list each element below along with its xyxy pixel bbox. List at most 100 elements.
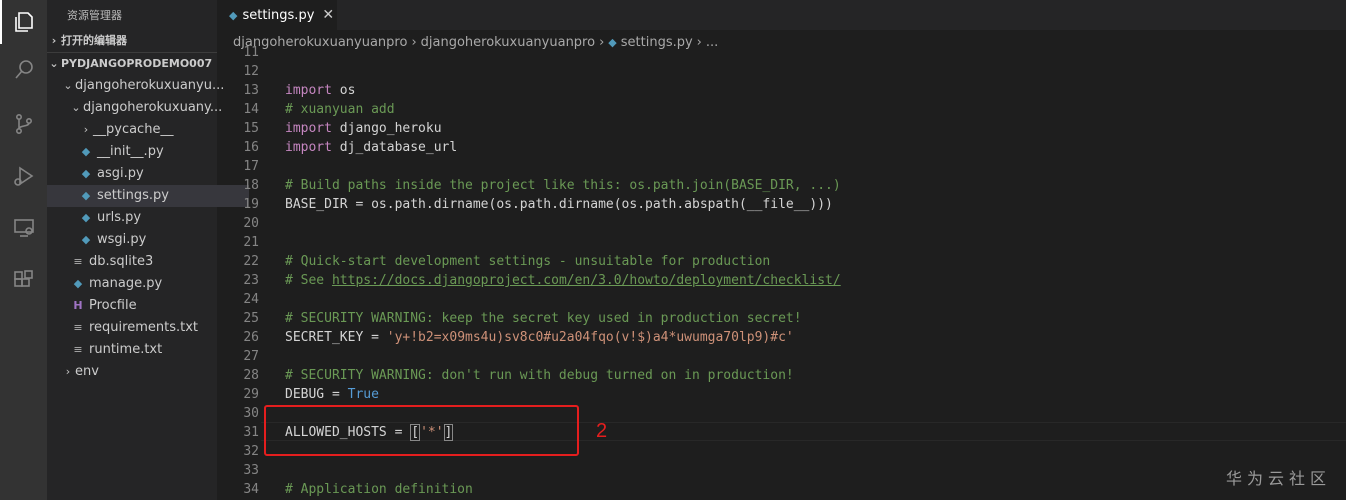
annotation-number: 2 xyxy=(596,420,608,442)
code-plain: SECRET_KEY = xyxy=(285,330,387,345)
line-number: 17 xyxy=(243,159,259,174)
line-number: 28 xyxy=(243,368,259,383)
code-line[interactable]: 25 # SECURITY WARNING: keep the secret ke… xyxy=(217,309,1346,328)
tree-file-procfile[interactable]: H Procfile xyxy=(47,295,241,317)
code-line[interactable]: 34 # Application definition xyxy=(217,480,1346,499)
code-keyword: import xyxy=(285,83,332,98)
code-text: # SECURITY WARNING: keep the secret key … xyxy=(285,309,802,328)
tree-item-label: settings.py xyxy=(97,188,169,203)
tree-folder-env[interactable]: › env xyxy=(47,361,231,383)
line-number: 31 xyxy=(243,425,259,440)
python-icon: ◆ xyxy=(229,8,238,22)
watermark: 华为云社区 xyxy=(1226,469,1332,488)
line-number: 34 xyxy=(243,482,259,497)
line-number: 33 xyxy=(243,463,259,478)
code-text: import os xyxy=(285,81,355,100)
code-line[interactable]: 29 DEBUG = True xyxy=(217,385,1346,404)
code-text: import dj_database_url xyxy=(285,138,457,157)
line-number: 13 xyxy=(243,83,259,98)
python-icon: ◆ xyxy=(81,189,91,202)
code-text: # xuanyuan add xyxy=(285,100,395,119)
project-section[interactable]: ⌄ PYDJANGOPRODEMO007 xyxy=(47,53,217,75)
python-icon: ◆ xyxy=(81,167,91,180)
project-label: PYDJANGOPRODEMO007 xyxy=(61,57,213,70)
tree-file-runtime[interactable]: ≡ runtime.txt xyxy=(47,339,241,361)
heroku-icon: H xyxy=(73,299,83,312)
chevron-down-icon: ⌄ xyxy=(49,57,59,70)
code-line[interactable]: 20 xyxy=(217,214,1346,233)
chevron-down-icon: ⌄ xyxy=(63,79,73,92)
code-line[interactable]: 26 SECRET_KEY = 'y+!b2=x09ms4u)sv8c0#u2a0… xyxy=(217,328,1346,347)
code-text: # SECURITY WARNING: don't run with debug… xyxy=(285,366,794,385)
search-icon[interactable] xyxy=(0,48,47,92)
tree-item-label: __init__.py xyxy=(97,144,164,159)
close-icon[interactable]: ✕ xyxy=(322,7,334,23)
line-number: 29 xyxy=(243,387,259,402)
tree-item-label: runtime.txt xyxy=(89,342,163,357)
line-number: 32 xyxy=(243,444,259,459)
code-line[interactable]: 23 # See https://docs.djangoproject.com/e… xyxy=(217,271,1346,290)
editor-tab-bar: ◆ settings.py ✕ xyxy=(217,0,1346,30)
code-plain: os xyxy=(331,83,356,98)
line-number: 25 xyxy=(243,311,259,326)
code-comment: # Application definition xyxy=(285,482,473,497)
code-line[interactable]: 15 import django_heroku xyxy=(217,119,1346,138)
code-line[interactable]: 19 BASE_DIR = os.path.dirname(os.path.dir… xyxy=(217,195,1346,214)
code-line[interactable]: 33 xyxy=(217,461,1346,480)
open-editors-section[interactable]: › 打开的编辑器 xyxy=(47,30,217,52)
code-comment: # See xyxy=(285,273,332,288)
code-line[interactable]: 13 import os xyxy=(217,81,1346,100)
tree-folder-app[interactable]: ⌄ djangoherokuxuany... xyxy=(47,97,239,119)
remote-explorer-icon[interactable] xyxy=(0,206,47,250)
python-icon: ◆ xyxy=(73,277,83,290)
code-line[interactable]: 27 xyxy=(217,347,1346,366)
activity-bar xyxy=(0,0,47,500)
line-number: 12 xyxy=(243,64,259,79)
line-number: 22 xyxy=(243,254,259,269)
line-number: 21 xyxy=(243,235,259,250)
sidebar-title: 资源管理器 xyxy=(67,9,122,22)
code-line[interactable]: 22 # Quick-start development settings - u… xyxy=(217,252,1346,271)
code-text: # Application definition xyxy=(285,480,473,499)
extensions-icon[interactable] xyxy=(0,258,47,302)
code-line[interactable]: 28 # SECURITY WARNING: don't run with deb… xyxy=(217,366,1346,385)
code-comment: # SECURITY WARNING: keep the secret key … xyxy=(285,311,802,326)
code-line[interactable]: 18 # Build paths inside the project like … xyxy=(217,176,1346,195)
python-icon: ◆ xyxy=(81,145,91,158)
code-text: # Quick-start development settings - uns… xyxy=(285,252,770,271)
tree-folder-root[interactable]: ⌄ djangoherokuxuanyu... xyxy=(47,75,231,97)
run-debug-icon[interactable] xyxy=(0,154,47,198)
tab-settings-py[interactable]: ◆ settings.py ✕ xyxy=(217,0,337,30)
chevron-right-icon: › xyxy=(51,34,57,47)
code-text: SECRET_KEY = 'y+!b2=x09ms4u)sv8c0#u2a04f… xyxy=(285,328,794,347)
code-link: https://docs.djangoproject.com/en/3.0/ho… xyxy=(331,273,841,288)
tree-file-manage[interactable]: ◆ manage.py xyxy=(47,273,241,295)
line-number: 15 xyxy=(243,121,259,136)
code-text: # Build paths inside the project like th… xyxy=(285,176,841,195)
tree-item-label: wsgi.py xyxy=(97,232,147,247)
code-plain: django_heroku xyxy=(331,121,442,136)
code-line[interactable]: 14 # xuanyuan add xyxy=(217,100,1346,119)
code-line[interactable]: 11 xyxy=(217,43,1346,62)
code-line[interactable]: 17 xyxy=(217,157,1346,176)
code-comment: # xuanyuan add xyxy=(285,102,395,117)
code-keyword: import xyxy=(285,121,332,136)
code-text: # See https://docs.djangoproject.com/en/… xyxy=(285,271,841,290)
source-control-icon[interactable] xyxy=(0,102,47,146)
text-file-icon: ≡ xyxy=(73,343,83,356)
code-line[interactable]: 24 xyxy=(217,290,1346,309)
tree-item-label: __pycache__ xyxy=(93,122,174,137)
chevron-right-icon: › xyxy=(83,123,89,136)
explorer-icon[interactable] xyxy=(0,0,47,44)
chevron-down-icon: ⌄ xyxy=(71,101,81,114)
tree-file-db[interactable]: ≡ db.sqlite3 xyxy=(47,251,241,273)
text-file-icon: ≡ xyxy=(73,321,83,334)
code-line[interactable]: 12 xyxy=(217,62,1346,81)
code-comment: # Build paths inside the project like th… xyxy=(285,178,841,193)
code-line[interactable]: 16 import dj_database_url xyxy=(217,138,1346,157)
code-line[interactable]: 21 xyxy=(217,233,1346,252)
tab-label: settings.py xyxy=(242,7,315,23)
tree-file-requirements[interactable]: ≡ requirements.txt xyxy=(47,317,241,339)
code-comment: # SECURITY WARNING: don't run with debug… xyxy=(285,368,794,383)
code-text: import django_heroku xyxy=(285,119,442,138)
